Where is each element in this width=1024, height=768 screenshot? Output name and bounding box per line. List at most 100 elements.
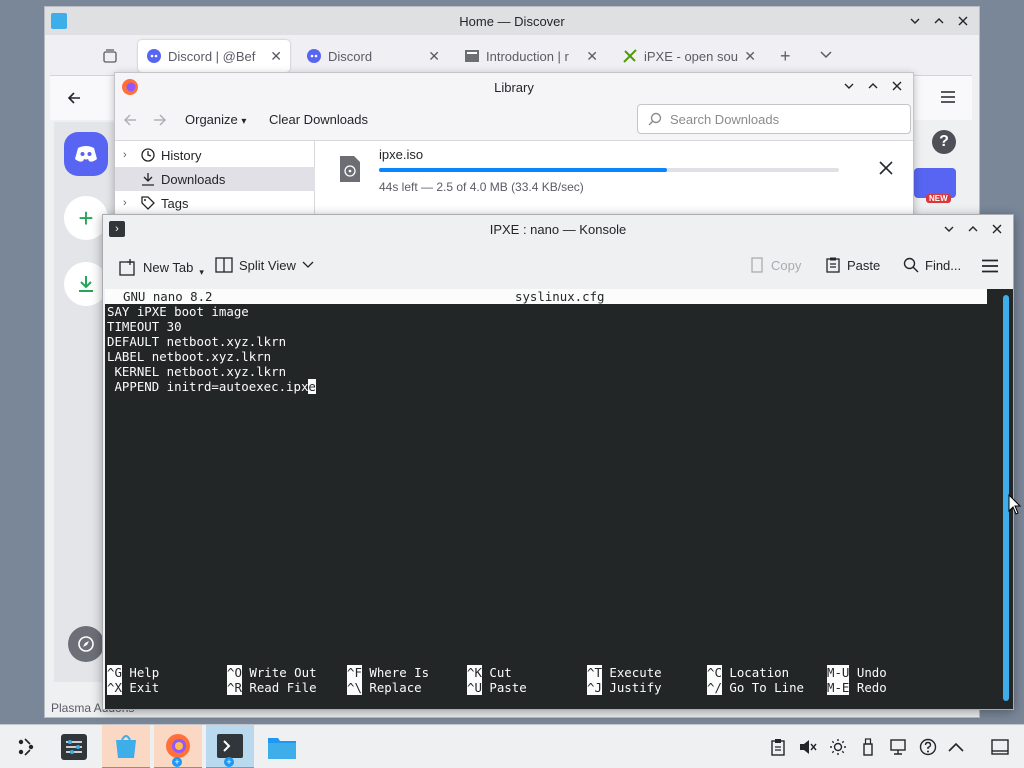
new-tab-icon[interactable]: + [780,46,791,67]
nano-header: GNU nano 8.2 syslinux.cfg [105,289,987,304]
maximize-icon[interactable] [965,221,981,237]
sidebar-item-downloads[interactable]: Downloads [115,167,315,191]
buffer-line-text: APPEND initrd=autoexec.ipx [107,379,309,394]
minimize-icon[interactable] [907,13,923,29]
buffer-line: TIMEOUT 30 [107,319,182,334]
library-titlebar[interactable]: Library [115,73,913,101]
terminal-view[interactable]: GNU nano 8.2 syslinux.cfg SAY iPXE boot … [105,289,1001,709]
discover-title: Home — Discover [459,13,565,29]
minimize-icon[interactable] [941,221,957,237]
show-desktop-icon[interactable] [990,737,1010,757]
taskbar-konsole[interactable]: + [206,725,254,768]
sidebar-item-tags[interactable]: › Tags [115,191,315,215]
tab-introduction[interactable]: Introduction | r ✕ [456,40,606,72]
shortcut-key: M-E [827,680,850,695]
firefox-icon [121,78,139,96]
maximize-icon[interactable] [931,13,947,29]
new-badge: NEW [926,194,951,203]
organize-button[interactable]: Organize ▾ [185,112,246,127]
tab-ipxe[interactable]: iPXE - open sou ✕ [614,40,764,72]
forward-arrow-icon[interactable] [153,113,167,127]
close-tab-icon[interactable]: ✕ [270,48,282,65]
discord-home-button[interactable] [64,132,108,176]
close-icon[interactable] [989,221,1005,237]
iso-file-icon [339,155,361,183]
help-icon[interactable]: ? [932,130,956,154]
back-arrow-icon[interactable] [123,113,137,127]
nano-version: GNU nano 8.2 [123,289,213,304]
system-settings-icon [61,734,87,760]
help-circle-icon[interactable] [918,737,938,757]
chevron-down-icon: ▾ [241,116,247,127]
menu-icon[interactable] [940,90,956,104]
cancel-download-icon[interactable] [879,161,893,175]
back-arrow-icon[interactable] [66,90,82,106]
taskbar-firefox[interactable]: + [154,725,202,768]
find-button[interactable]: Find... [903,257,961,273]
chevron-up-icon[interactable] [946,737,966,757]
clipboard-icon[interactable] [768,737,788,757]
network-wired-icon[interactable] [888,737,908,757]
new-tab-button[interactable]: New Tab ▾ [119,257,204,278]
taskbar-dolphin[interactable] [258,725,306,768]
list-tabs-icon[interactable] [820,50,832,60]
shortcut-label: Paste [489,680,527,695]
chevron-right-icon[interactable]: › [123,149,135,161]
taskbar-system-settings[interactable] [50,725,98,768]
search-downloads-field[interactable] [637,104,911,134]
discord-icon [306,48,322,64]
shortcut-key: M-U [827,665,850,680]
shortcut-label: Exit [129,680,160,695]
volume-muted-icon[interactable] [798,737,818,757]
tab-overview-icon[interactable] [102,48,118,64]
split-view-label: Split View [239,257,296,273]
download-icon [141,172,155,186]
shortcut-label: Justify [609,680,662,695]
close-icon[interactable] [889,78,905,94]
application-launcher-button[interactable] [2,725,50,768]
removable-device-icon[interactable] [858,737,878,757]
konsole-window: › IPXE : nano — Konsole New Tab ▾ Split … [102,214,1014,710]
copy-button[interactable]: Copy [749,257,801,273]
discord-icon [146,48,162,64]
download-item[interactable]: ipxe.iso 44s left — 2.5 of 4.0 MB (33.4 … [321,141,915,199]
paste-button[interactable]: Paste [825,257,880,273]
shortcut-column: ^G Help ^X Exit [107,665,159,695]
shortcut-label: Go To Line [729,680,804,695]
close-icon[interactable] [955,13,971,29]
search-downloads-input[interactable] [670,111,890,127]
clock-icon [141,148,155,162]
konsole-toolbar: New Tab ▾ Split View Copy Paste Find... [103,243,1013,289]
nano-editor-buffer[interactable]: SAY iPXE boot image TIMEOUT 30 DEFAULT n… [107,304,316,394]
tab-discord-bef[interactable]: Discord | @Bef ✕ [138,40,290,72]
konsole-titlebar[interactable]: › IPXE : nano — Konsole [103,215,1013,243]
compass-icon [78,636,94,652]
download-icon [79,276,93,292]
shortcut-label: Where Is [369,665,430,680]
close-tab-icon[interactable]: ✕ [586,48,598,65]
brightness-icon[interactable] [828,737,848,757]
folder-icon [268,738,296,759]
sidebar-item-history[interactable]: › History [115,143,315,167]
hamburger-menu-icon[interactable] [981,259,999,273]
plus-icon: + [78,203,94,233]
clear-downloads-button[interactable]: Clear Downloads [269,112,368,127]
close-tab-icon[interactable]: ✕ [744,48,756,65]
chevron-down-icon: ▾ [199,267,204,277]
close-tab-icon[interactable]: ✕ [428,48,440,65]
shortcut-key: ^X [107,680,122,695]
konsole-title: IPXE : nano — Konsole [489,221,627,237]
maximize-icon[interactable] [865,78,881,94]
chevron-right-icon[interactable]: › [123,197,135,209]
tab-discord[interactable]: Discord ✕ [298,40,448,72]
discover-servers-button[interactable] [68,626,104,662]
copy-label: Copy [771,257,802,273]
kde-launcher-icon [18,738,34,756]
minimize-icon[interactable] [841,78,857,94]
tab-label: Introduction | r [486,48,569,64]
split-view-button[interactable]: Split View [215,257,314,273]
taskbar-discover[interactable] [102,725,150,768]
shortcut-label: Location [729,665,790,680]
paste-label: Paste [847,257,881,273]
discover-titlebar[interactable]: Home — Discover [45,7,979,35]
